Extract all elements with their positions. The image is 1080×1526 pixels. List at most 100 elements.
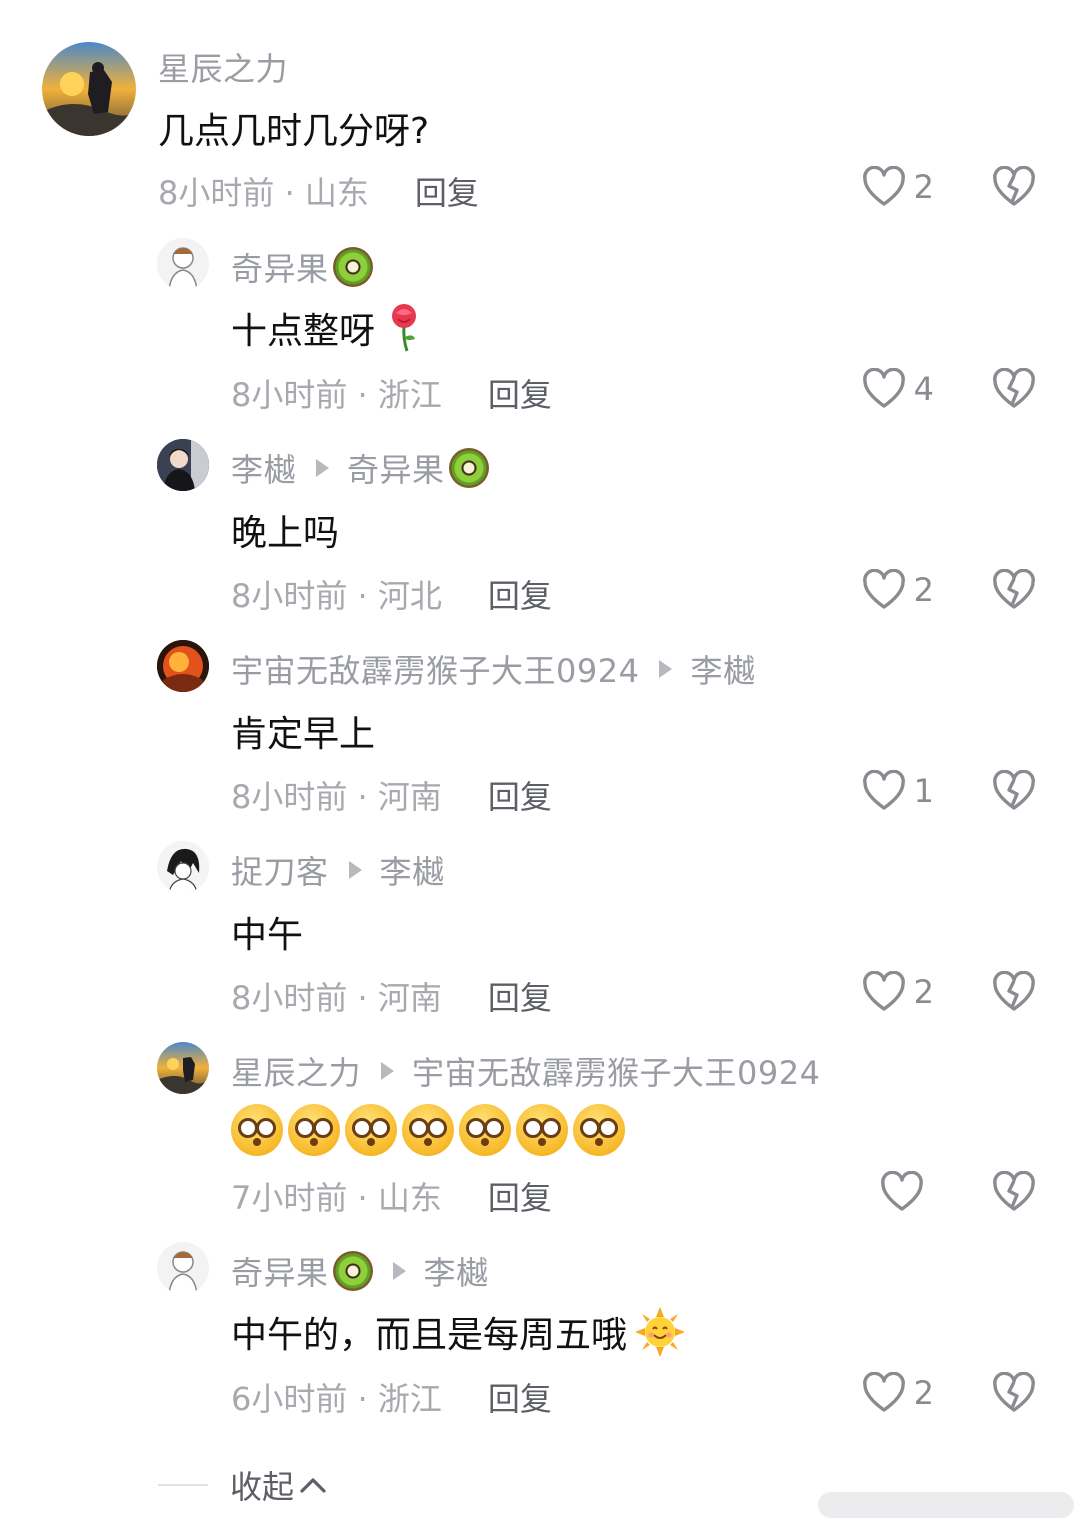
heart-icon — [862, 770, 905, 810]
reply-to-username[interactable]: 李樾 — [424, 1248, 489, 1294]
watermark-bar — [818, 1492, 1074, 1518]
reply-to-username[interactable]: 李樾 — [380, 847, 445, 893]
reply-to-arrow-icon — [348, 861, 362, 879]
username[interactable]: 星辰之力 — [158, 44, 288, 90]
avatar[interactable] — [157, 640, 209, 692]
username[interactable]: 奇异果 — [231, 244, 373, 290]
reply-to-arrow-icon — [392, 1262, 406, 1280]
kiwi-icon — [448, 448, 489, 488]
like-count: 2 — [913, 571, 934, 609]
reply-button[interactable]: 回复 — [488, 571, 552, 617]
reply-button[interactable]: 回复 — [488, 1374, 552, 1420]
username-text[interactable]: 星辰之力 — [231, 1048, 361, 1094]
reply-to-arrow-icon — [659, 660, 673, 678]
dislike-button[interactable] — [992, 970, 1036, 1017]
comment-meta: 8小时前 · 山东 回复 — [158, 168, 479, 214]
like-count: 4 — [913, 370, 934, 408]
broken-heart-icon — [993, 1170, 1035, 1211]
reply-button[interactable]: 回复 — [415, 168, 479, 214]
dislike-button[interactable] — [992, 769, 1036, 816]
username[interactable]: 奇异果 李樾 — [231, 1248, 489, 1294]
timestamp-location: 8小时前 · 浙江 — [231, 376, 442, 414]
dizzy-face-icon — [288, 1104, 340, 1156]
comment-meta: 6小时前 · 浙江 回复 — [231, 1374, 552, 1420]
avatar[interactable] — [157, 1242, 209, 1294]
dizzy-face-icon — [516, 1104, 568, 1156]
username-text[interactable]: 星辰之力 — [158, 44, 288, 90]
rose-icon — [387, 303, 421, 353]
username[interactable]: 宇宙无敌霹雳猴子大王0924 李樾 — [231, 646, 755, 692]
avatar[interactable] — [42, 42, 136, 136]
dizzy-face-icon — [573, 1104, 625, 1156]
collapse-replies-button[interactable]: 收起 — [158, 1462, 328, 1508]
kiwi-icon — [332, 247, 373, 287]
dislike-button[interactable] — [992, 1170, 1036, 1217]
reply-to-arrow-icon — [381, 1062, 395, 1080]
reply-button[interactable]: 回复 — [488, 1173, 552, 1219]
like-button[interactable] — [880, 1171, 932, 1213]
username-text[interactable]: 宇宙无敌霹雳猴子大王0924 — [231, 646, 639, 692]
like-count: 2 — [913, 168, 934, 206]
comment-meta: 8小时前 · 河北 回复 — [231, 571, 552, 617]
broken-heart-icon — [993, 970, 1035, 1011]
timestamp-location: 7小时前 · 山东 — [231, 1179, 442, 1217]
timestamp-location: 8小时前 · 山东 — [158, 174, 369, 212]
divider — [158, 1484, 208, 1486]
username-text[interactable]: 捉刀客 — [231, 847, 329, 893]
reply-to-username[interactable]: 奇异果 — [347, 445, 445, 491]
reply-button[interactable]: 回复 — [488, 973, 552, 1019]
dislike-button[interactable] — [992, 568, 1036, 615]
dizzy-face-icon — [345, 1104, 397, 1156]
timestamp-location: 8小时前 · 河南 — [231, 979, 442, 1017]
dislike-button[interactable] — [992, 165, 1036, 212]
like-button[interactable]: 2 — [862, 166, 934, 208]
broken-heart-icon — [993, 367, 1035, 408]
dislike-button[interactable] — [992, 1371, 1036, 1418]
comment-meta: 8小时前 · 河南 回复 — [231, 973, 552, 1019]
like-button[interactable]: 2 — [862, 971, 934, 1013]
reply-button[interactable]: 回复 — [488, 370, 552, 416]
like-button[interactable]: 4 — [862, 368, 934, 410]
username[interactable]: 李樾 奇异果 — [231, 445, 489, 491]
timestamp-location: 8小时前 · 河北 — [231, 577, 442, 615]
heart-icon — [881, 1171, 923, 1211]
comment-text: 中午 — [231, 915, 304, 956]
like-count: 1 — [913, 772, 934, 810]
heart-icon — [862, 166, 905, 206]
username-text[interactable]: 奇异果 — [231, 244, 329, 290]
chevron-up-icon — [300, 1478, 326, 1493]
avatar[interactable] — [157, 1042, 209, 1094]
dislike-button[interactable] — [992, 367, 1036, 414]
like-button[interactable]: 2 — [862, 1372, 934, 1414]
reply-to-username[interactable]: 李樾 — [690, 646, 755, 692]
username-text[interactable]: 奇异果 — [231, 1248, 329, 1294]
like-count: 2 — [913, 1374, 934, 1412]
broken-heart-icon — [993, 769, 1035, 810]
timestamp-location: 6小时前 · 浙江 — [231, 1380, 442, 1418]
username-text[interactable]: 李樾 — [231, 445, 296, 491]
avatar[interactable] — [157, 841, 209, 893]
like-button[interactable]: 2 — [862, 569, 934, 611]
reply-to-username[interactable]: 宇宙无敌霹雳猴子大王0924 — [412, 1048, 820, 1094]
username[interactable]: 星辰之力 宇宙无敌霹雳猴子大王0924 — [231, 1048, 820, 1094]
broken-heart-icon — [993, 165, 1035, 206]
like-button[interactable]: 1 — [862, 770, 934, 812]
kiwi-icon — [332, 1251, 373, 1291]
broken-heart-icon — [993, 1371, 1035, 1412]
comment-text: 晚上吗 — [231, 513, 340, 554]
comment-text — [231, 1104, 630, 1156]
dizzy-face-icon — [402, 1104, 454, 1156]
heart-icon — [862, 569, 905, 609]
sun-with-face-icon — [635, 1307, 686, 1357]
heart-icon — [862, 1372, 905, 1412]
broken-heart-icon — [993, 568, 1035, 609]
avatar[interactable] — [157, 238, 209, 290]
reply-button[interactable]: 回复 — [488, 772, 552, 818]
avatar[interactable] — [157, 439, 209, 491]
like-count: 2 — [913, 973, 934, 1011]
comment-text: 肯定早上 — [231, 714, 376, 755]
comment-text: 中午的，而且是每周五哦 — [231, 1306, 686, 1358]
comment-text: 十点整呀 — [231, 302, 421, 354]
dizzy-face-icon — [231, 1104, 283, 1156]
username[interactable]: 捉刀客 李樾 — [231, 847, 445, 893]
